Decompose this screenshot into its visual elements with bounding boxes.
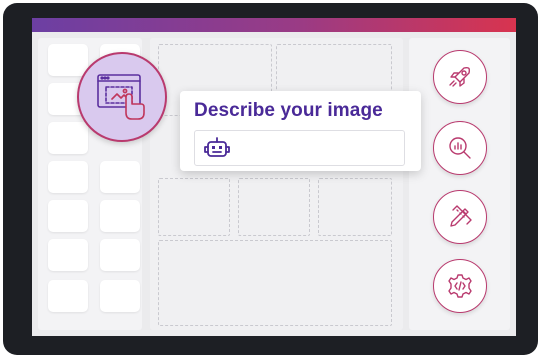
placeholder-block [318,178,392,236]
tile[interactable] [100,200,140,232]
placeholder-block [158,240,392,326]
image-select-badge[interactable] [77,52,167,142]
placeholder-block [238,178,310,236]
search-analytics-icon[interactable] [433,121,487,175]
tile[interactable] [48,161,88,193]
tile[interactable] [100,161,140,193]
gear-code-icon[interactable] [433,259,487,313]
tile[interactable] [100,280,140,312]
image-select-hand-icon [97,74,145,120]
card-title: Describe your image [194,100,383,121]
describe-input[interactable] [194,130,405,166]
rocket-icon[interactable] [433,50,487,104]
canvas-panel [150,38,403,330]
tile[interactable] [48,122,88,154]
tile[interactable] [48,200,88,232]
tile[interactable] [48,239,88,271]
robot-icon [204,137,230,157]
describe-image-card: Describe your image [180,91,421,171]
tile[interactable] [48,280,88,312]
window-title-bar [32,18,516,32]
pencil-ruler-icon[interactable] [433,190,487,244]
tile[interactable] [100,239,140,271]
tile[interactable] [48,44,88,76]
placeholder-block [158,178,230,236]
